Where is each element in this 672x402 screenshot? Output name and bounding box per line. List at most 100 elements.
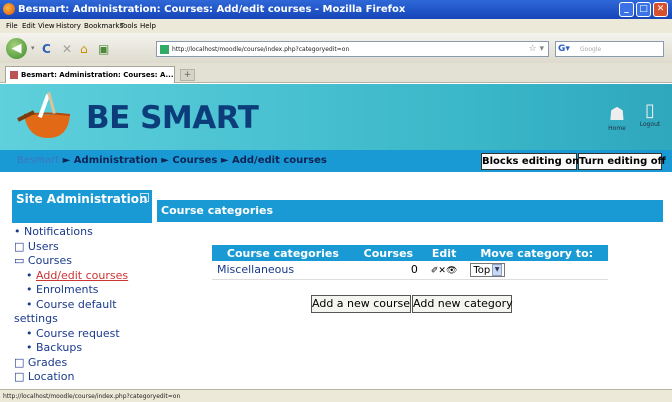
back-arrow-icon[interactable]: ◀ (6, 38, 27, 59)
menu-file[interactable]: File (6, 22, 18, 30)
turn-editing-off-button[interactable]: Turn editing off (578, 153, 666, 170)
menu-bar: File Edit View History Bookmarks Tools H… (0, 19, 672, 33)
sidebar-item-location[interactable]: □ Location (14, 370, 154, 385)
sidebar-item-course-request[interactable]: • Course request (14, 327, 154, 342)
col-edit: Edit (422, 245, 466, 261)
sidebar-nav: • Notifications □ Users ▭ Courses • Add/… (14, 225, 154, 385)
tab-favicon (10, 71, 18, 79)
sidebar-item-courses[interactable]: ▭ Courses (14, 254, 154, 269)
sidebar-item-notifications[interactable]: • Notifications (14, 225, 154, 240)
categories-table: Course categories Courses Edit Move cate… (212, 245, 608, 280)
col-course-categories: Course categories (212, 245, 354, 261)
address-bar[interactable]: http://localhost/moodle/course/index.php… (156, 41, 549, 57)
search-box[interactable]: G▾ Google (555, 41, 664, 57)
sidebar-item-label[interactable]: Location (28, 370, 75, 383)
breadcrumb-administration[interactable]: Administration (74, 155, 158, 166)
tab-title[interactable]: Besmart: Administration: Courses: A... (21, 71, 174, 79)
window-title: Besmart: Administration: Courses: Add/ed… (18, 4, 406, 15)
home-label[interactable]: Home (606, 125, 628, 132)
new-tab-button[interactable]: + (180, 69, 195, 81)
minimize-button[interactable]: _ (619, 2, 634, 17)
status-text: http://localhost/moodle/course/index.php… (3, 393, 181, 400)
sidebar-item-label[interactable]: Courses (28, 254, 72, 267)
menu-tools[interactable]: Tools (120, 22, 137, 30)
bullet-icon: • (26, 297, 33, 311)
move-category-select[interactable]: Top ▼ (470, 262, 506, 277)
bullet-icon: • (14, 225, 21, 238)
address-url[interactable]: http://localhost/moodle/course/index.php… (172, 46, 349, 53)
sidebar-item-label[interactable]: Grades (28, 356, 67, 369)
sidebar-header: Site Administration – (12, 190, 152, 223)
col-move-category: Move category to: (465, 245, 608, 261)
search-placeholder[interactable]: Google (580, 46, 601, 53)
breadcrumb-home[interactable]: Besmart (17, 155, 59, 166)
stop-icon[interactable]: ✕ (62, 42, 72, 56)
edit-actions: ✐✕👁 (422, 261, 466, 280)
sidebar-item-enrolments[interactable]: • Enrolments (14, 283, 154, 298)
breadcrumb-sep: ► (220, 155, 229, 166)
move-category-value[interactable]: Top (473, 265, 490, 276)
folder-icon: □ (14, 355, 25, 369)
bullet-icon: • (26, 341, 33, 354)
sidebar-item-label[interactable]: settings (14, 312, 58, 325)
sidebar-item-settings-wrap[interactable]: settings (14, 312, 154, 327)
menu-help[interactable]: Help (140, 22, 156, 30)
sidebar-item-label[interactable]: Course default (36, 298, 117, 311)
close-window-button[interactable]: ✕ (653, 2, 668, 17)
menu-bookmarks[interactable]: Bookmarks (84, 22, 123, 30)
sidebar-item-grades[interactable]: □ Grades (14, 356, 154, 371)
logout-button[interactable]: ▯ Logout (634, 100, 666, 128)
table-header-row: Course categories Courses Edit Move cate… (212, 245, 608, 261)
breadcrumb-current: Add/edit courses (232, 155, 327, 166)
status-bar: http://localhost/moodle/course/index.php… (0, 389, 672, 402)
history-dropdown-icon[interactable]: ▾ (31, 44, 35, 52)
collapse-block-icon[interactable]: – (140, 193, 149, 202)
chef-bowl-logo-icon (17, 91, 71, 138)
sidebar-item-label[interactable]: Add/edit courses (36, 269, 128, 282)
chevron-down-icon[interactable]: ▼ (492, 263, 503, 276)
sidebar-item-users[interactable]: □ Users (14, 240, 154, 255)
navigation-toolbar: ◀ ▾ C ✕ ⌂ ▣ http://localhost/moodle/cour… (0, 33, 672, 63)
table-row: Miscellaneous 0 ✐✕👁 Top ▼ (212, 261, 608, 280)
move-category-cell: Top ▼ (465, 261, 608, 280)
edit-actions-icons[interactable]: ✐✕👁 (431, 266, 458, 276)
sidebar-item-course-default-settings[interactable]: • Course default (14, 298, 154, 313)
blocks-editing-button[interactable]: Blocks editing on (481, 153, 579, 170)
tab-bar: Besmart: Administration: Courses: A... + (0, 63, 672, 83)
sidebar-item-add-edit-courses[interactable]: • Add/edit courses (14, 269, 154, 284)
menu-history[interactable]: History (56, 22, 81, 30)
person-icon[interactable]: ☗ (606, 104, 628, 125)
home-icon[interactable]: ⌂ (80, 42, 88, 56)
category-name-link[interactable]: Miscellaneous (212, 261, 354, 280)
sidebar-item-label[interactable]: Users (28, 240, 59, 253)
sidebar-item-label[interactable]: Notifications (24, 225, 93, 238)
breadcrumb: Besmart ► Administration ► Courses ► Add… (17, 155, 327, 166)
site-favicon (160, 45, 169, 54)
sidebar-item-label[interactable]: Course request (36, 327, 120, 340)
site-header: BE SMART (0, 84, 672, 150)
open-folder-icon: ▭ (14, 254, 25, 267)
bookmark-page-icon[interactable]: ▣ (98, 42, 109, 56)
logout-label[interactable]: Logout (634, 121, 666, 128)
bullet-icon: • (26, 326, 33, 340)
sidebar-item-label[interactable]: Enrolments (36, 283, 99, 296)
folder-icon: □ (14, 239, 25, 253)
star-icon[interactable]: ☆ ▾ (529, 44, 544, 54)
add-new-course-button[interactable]: Add a new course (311, 295, 411, 313)
add-new-category-button[interactable]: Add new category (412, 295, 513, 313)
home-button[interactable]: ☗ Home (606, 104, 628, 132)
menu-edit[interactable]: Edit (22, 22, 36, 30)
bullet-icon: • (26, 283, 33, 296)
folder-icon: □ (14, 370, 25, 383)
google-icon[interactable]: G▾ (558, 44, 574, 55)
reload-icon[interactable]: C (42, 42, 51, 56)
breadcrumb-courses[interactable]: Courses (172, 155, 217, 166)
breadcrumb-bar: Besmart ► Administration ► Courses ► Add… (0, 150, 672, 172)
maximize-button[interactable]: □ (636, 2, 651, 17)
door-icon[interactable]: ▯ (634, 100, 666, 121)
menu-view[interactable]: View (38, 22, 55, 30)
site-logo-text[interactable]: BE SMART (86, 100, 259, 136)
sidebar-item-label[interactable]: Backups (36, 341, 82, 354)
browser-tab[interactable]: Besmart: Administration: Courses: A... (5, 66, 175, 83)
sidebar-item-backups[interactable]: • Backups (14, 341, 154, 356)
